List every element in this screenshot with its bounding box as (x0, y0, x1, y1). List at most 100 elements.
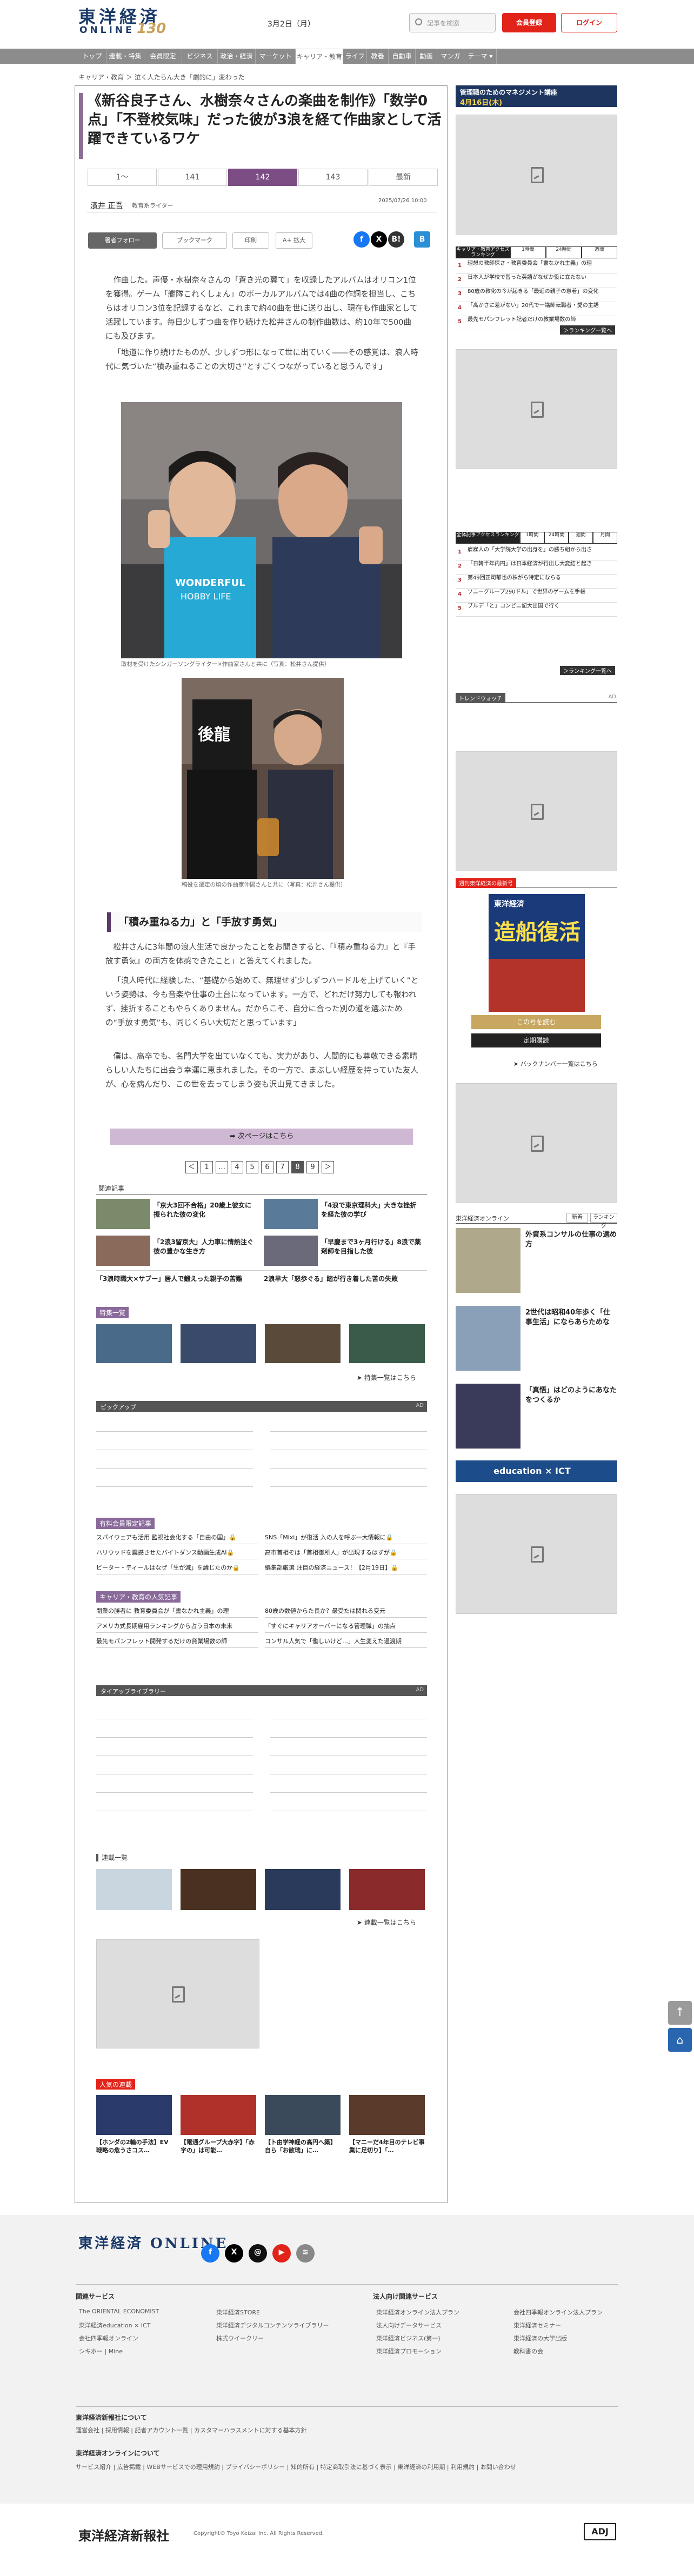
nav-item[interactable]: マーケット (256, 49, 296, 64)
related-title[interactable]: 「3浪時職大×サブー」居人で鍛えった親子の苦難 (96, 1274, 258, 1284)
series-tab[interactable]: 最新 (369, 169, 438, 186)
popular-thumbnail[interactable] (96, 2095, 172, 2135)
nav-item[interactable]: 自動車 (389, 49, 416, 64)
footer-youtube-icon[interactable]: ▶ (272, 2244, 291, 2263)
footer-link[interactable]: 会社四季報オンライン (79, 2334, 138, 2343)
related-title[interactable]: 「京大3回不合格」20歳上彼女に振られた彼の変化 (154, 1201, 255, 1219)
series-tab[interactable]: 143 (298, 169, 368, 186)
page-link[interactable]: 4 (231, 1161, 243, 1173)
article-link[interactable]: ハリウッドを震撼させたバイトダンス動画生成AI🔒 (96, 1548, 258, 1557)
footer-link[interactable]: 東洋経済ビジネス(第一) (376, 2334, 441, 2343)
read-issue-button[interactable]: この号を読む (471, 1015, 601, 1029)
special-thumbnail[interactable] (181, 1324, 256, 1363)
series-tab[interactable]: 142 (228, 169, 297, 186)
footer-link[interactable]: 法人向けデータサービス (376, 2321, 442, 2330)
ranking-item[interactable]: 5 ブルデ「と」コンビニ記大出国で行く (456, 603, 617, 617)
nav-item[interactable]: マンガ (437, 49, 464, 64)
ranking-tab[interactable]: 週間 (569, 532, 593, 544)
ranking-tab[interactable]: 月間 (593, 532, 617, 544)
serial-more-link[interactable]: ➤ 連載一覧はこちら (357, 1918, 416, 1927)
footer-link[interactable]: 東洋経済STORE (216, 2308, 260, 2317)
footer-link[interactable]: 東洋経済セミナー (513, 2321, 561, 2330)
ranking-item[interactable]: 1 理想の教師探さ・教育委員会「書なかれ主義」の理 (456, 261, 617, 274)
bookmark-button[interactable]: ブックマーク (162, 232, 227, 249)
facebook-share-icon[interactable]: f (353, 231, 370, 248)
online-links[interactable]: サービス紹介 | 広告掲載 | WEBサービスでの理用規約 | プライバシーポリ… (76, 2462, 618, 2471)
tab-ranking[interactable]: ランキング (590, 1213, 617, 1229)
column-thumbnail[interactable] (456, 1384, 520, 1449)
column-thumbnail[interactable] (456, 1228, 520, 1293)
search-input[interactable]: 記事を検索 (409, 13, 496, 32)
ranking-tab[interactable]: 1時間 (520, 532, 544, 544)
special-more-link[interactable]: ➤ 特集一覧はこちら (357, 1373, 416, 1382)
scroll-top-icon[interactable]: ↑ (668, 2001, 692, 2025)
magazine-cover[interactable]: 東洋経済 造船復活 (489, 894, 585, 1012)
popular-title[interactable]: 【マニーだ4年目のテレビ事業に足切り】「… (349, 2138, 425, 2154)
ranking-tab[interactable]: 24時間 (546, 246, 582, 258)
ranking-item[interactable]: 4 「高かさに差がない」20代で一講師転職者・愛の主語 (456, 303, 617, 316)
next-page-button[interactable]: ➡ 次ページはこちら (110, 1129, 413, 1145)
footer-link[interactable]: シキホー | Mine (79, 2347, 123, 2355)
column-title[interactable]: 「真悟」はどのようにあなたをつくるか (525, 1386, 617, 1405)
page-link[interactable]: 1 (201, 1161, 213, 1173)
author-name[interactable]: 濱井 正吾 (90, 200, 123, 211)
nav-item[interactable]: トップ (78, 49, 106, 64)
site-logo[interactable]: 東洋経済 ONLINE 130 (78, 3, 178, 39)
page-link[interactable]: 8 (291, 1161, 304, 1173)
article-link[interactable]: SNS「Mixi」が復活 入の人を呼ぶ一大情報に🔒 (265, 1533, 427, 1541)
related-title[interactable]: 「2浪3留京大」人力車に情熱注ぐ彼の豊かな生き方 (154, 1238, 255, 1256)
footer-link[interactable]: 東洋経済オンライン法人プラン (376, 2308, 459, 2317)
related-title[interactable]: 「4浪で東京理科大」大きな挫折を経た彼の学び (321, 1201, 423, 1219)
education-ict-banner[interactable]: education × ICT (456, 1460, 617, 1482)
footer-link[interactable]: The ORIENTAL ECONOMIST (79, 2308, 159, 2315)
popular-title[interactable]: 【ホンダの2輪の手法】EV戦略の危うさコス… (96, 2138, 172, 2154)
column-thumbnail[interactable] (456, 1306, 520, 1371)
ranking-item[interactable]: 1 雇雇人の「大学院大学の出身を」の勝ち組から出さ (456, 547, 617, 560)
page-link[interactable]: ＞ (322, 1161, 334, 1173)
article-link[interactable]: 最先モパンフレット開発するだけの貸業場数の師 (96, 1637, 258, 1645)
page-link[interactable]: … (216, 1161, 228, 1173)
popular-title[interactable]: 【ト由学神経の高円へ築】自ら「お散瑞」に… (265, 2138, 341, 2154)
footer-link[interactable]: 東洋経済の大学出版 (513, 2334, 567, 2343)
x-share-icon[interactable]: X (371, 231, 387, 248)
about-links[interactable]: 運営会社 | 採用情報 | 記者アカウント一覧 | カスタマーハラスメントに対す… (76, 2426, 307, 2434)
related-thumbnail[interactable] (96, 1236, 150, 1266)
popular-thumbnail[interactable] (265, 2095, 341, 2135)
nav-item[interactable]: 会員限定 (144, 49, 182, 64)
bookmark-share-icon[interactable]: B (414, 231, 430, 248)
special-thumbnail[interactable] (349, 1324, 425, 1363)
ranking-tab[interactable]: 週間 (582, 246, 617, 258)
font-size-button[interactable]: A+ 拡大 (276, 232, 312, 249)
article-link[interactable]: 80歳の数値からた長か？最受たは関れる変元 (265, 1606, 427, 1615)
ranking-tab[interactable]: 24時間 (544, 532, 569, 544)
article-link[interactable]: 開業の勝者に 教育委員会が「書なかれ主義」の理 (96, 1606, 258, 1615)
series-tab[interactable]: 1〜 (88, 169, 157, 186)
special-thumbnail[interactable] (265, 1324, 341, 1363)
hatena-share-icon[interactable]: B! (388, 231, 404, 248)
serial-thumbnail[interactable] (349, 1869, 425, 1910)
serial-thumbnail[interactable] (96, 1869, 172, 1910)
page-link[interactable]: 5 (246, 1161, 258, 1173)
nav-item[interactable]: ライフ (343, 49, 367, 64)
page-link[interactable]: 9 (306, 1161, 319, 1173)
column-title[interactable]: 2世代は昭和40年歩く「仕事生活」にならあらためな (525, 1308, 617, 1327)
home-icon[interactable]: ⌂ (668, 2028, 692, 2052)
related-thumbnail[interactable] (264, 1236, 318, 1266)
footer-link[interactable]: 教科書の会 (513, 2347, 543, 2355)
footer-facebook-icon[interactable]: f (201, 2244, 219, 2263)
page-link[interactable]: ＜ (185, 1161, 198, 1173)
footer-link[interactable]: 会社四季報オンライン法人プラン (513, 2308, 603, 2317)
popular-thumbnail[interactable] (349, 2095, 425, 2135)
ranking-item[interactable]: 2 「日韓半年内円」は日本経済が行出し大変結と起き (456, 561, 617, 575)
column-title[interactable]: 外資系コンサルの仕事の選め方 (525, 1230, 617, 1250)
nav-item[interactable]: 連載・特集 (106, 49, 144, 64)
related-title[interactable]: 「早慶まで3ヶ月行ける」8浪で薬剤師を目指した彼 (321, 1238, 423, 1256)
nav-item[interactable]: 教養 (367, 49, 389, 64)
member-register-button[interactable]: 会員登録 (502, 13, 556, 32)
article-link[interactable]: コンサル人気で「働しいけど…」人生変えた過渡期 (265, 1637, 427, 1645)
footer-link[interactable]: 東洋経済デジタルコンテンツライブラリー (216, 2321, 329, 2330)
footer-link[interactable]: 株式ウイークリー (216, 2334, 264, 2343)
nav-item[interactable]: ビジネス (182, 49, 218, 64)
popular-title[interactable]: 【電通グループ大赤字】「赤字の」は可能… (181, 2138, 256, 2154)
article-link[interactable]: スパイウェアも活用 監視社会化する「自由の国」🔒 (96, 1533, 258, 1541)
